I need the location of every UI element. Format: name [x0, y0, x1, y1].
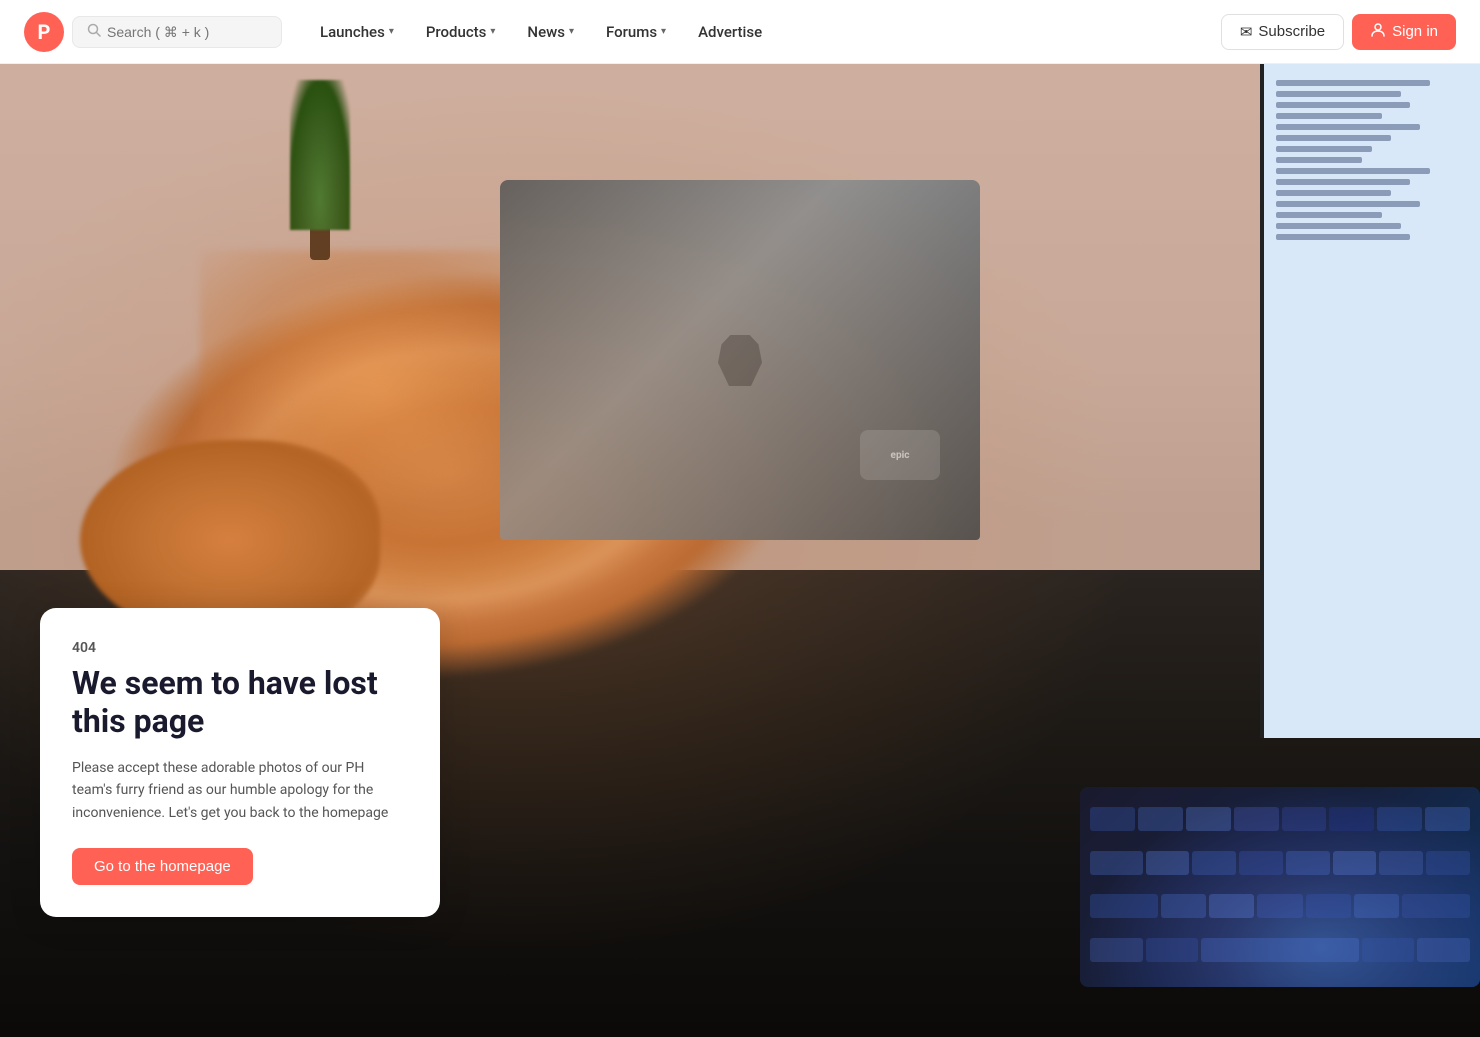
monitor-right	[1260, 64, 1480, 738]
nav-right: ✉ Subscribe Sign in	[1221, 14, 1456, 50]
keyboard	[1080, 787, 1480, 987]
error-code: 404	[72, 640, 408, 656]
nav-label-advertise: Advertise	[698, 23, 762, 41]
signin-button[interactable]: Sign in	[1352, 14, 1456, 50]
nav-label-launches: Launches	[320, 23, 385, 41]
subscribe-icon: ✉	[1240, 23, 1253, 41]
error-card: 404 We seem to have lost this page Pleas…	[40, 608, 440, 917]
subscribe-label: Subscribe	[1258, 23, 1325, 40]
chevron-down-icon: ▾	[490, 26, 495, 37]
nav-item-products[interactable]: Products ▾	[412, 15, 510, 49]
nav-links: Launches ▾ Products ▾ News ▾ Forums ▾ Ad…	[306, 15, 776, 49]
nav-item-news[interactable]: News ▾	[513, 15, 588, 49]
nav-item-advertise[interactable]: Advertise	[684, 15, 776, 49]
go-to-homepage-button[interactable]: Go to the homepage	[72, 848, 253, 885]
nav-item-launches[interactable]: Launches ▾	[306, 15, 408, 49]
apple-logo	[718, 334, 762, 386]
subscribe-button[interactable]: ✉ Subscribe	[1221, 14, 1344, 50]
chevron-down-icon: ▾	[389, 26, 394, 37]
nav-label-news: News	[527, 23, 565, 41]
search-input[interactable]	[107, 24, 267, 40]
nav-label-products: Products	[426, 23, 487, 41]
nav-item-forums[interactable]: Forums ▾	[592, 15, 680, 49]
signin-label: Sign in	[1392, 23, 1438, 40]
chevron-down-icon: ▾	[661, 26, 666, 37]
nav-label-forums: Forums	[606, 23, 657, 41]
plant	[290, 80, 350, 260]
navbar: P Launches ▾ Products ▾ News ▾ Forums ▾	[0, 0, 1480, 64]
error-description: Please accept these adorable photos of o…	[72, 757, 408, 824]
sticker-epic: epic	[860, 430, 940, 480]
logo-letter: P	[38, 20, 51, 44]
error-title: We seem to have lost this page	[72, 664, 408, 741]
search-bar[interactable]	[72, 16, 282, 48]
laptop: epic	[500, 180, 980, 540]
chevron-down-icon: ▾	[569, 26, 574, 37]
search-icon	[87, 23, 101, 41]
logo[interactable]: P	[24, 12, 64, 52]
signin-icon	[1370, 22, 1386, 42]
